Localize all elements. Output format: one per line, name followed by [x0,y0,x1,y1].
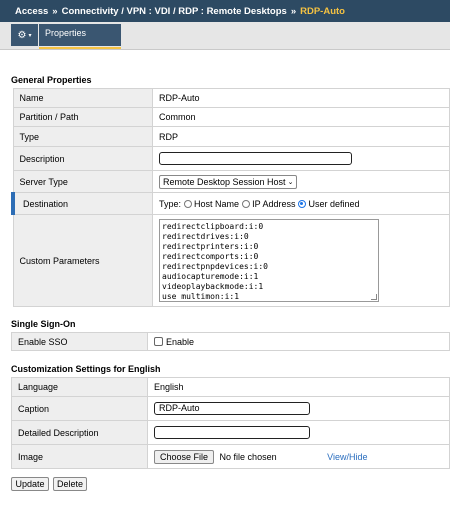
general-properties-title: General Properties [11,75,92,85]
param-line: redirectdrives:i:0 [162,232,249,241]
row-description: Description [12,146,450,171]
custom-parameters-label: Custom Parameters [12,214,153,307]
breadcrumb-separator: » [290,5,297,17]
choose-file-button[interactable]: Choose File [154,449,215,464]
row-caption: Caption RDP-Auto [11,396,450,421]
radio-ip-address-label: IP Address [252,198,296,209]
description-input[interactable] [159,152,352,165]
row-image: Image Choose File No file chosen View/Hi… [11,444,450,469]
type-value: RDP [152,126,450,147]
enable-sso-checkbox[interactable] [154,336,163,346]
row-name: Name RDP-Auto [12,88,450,108]
enable-sso-cell: Enable [147,332,450,351]
customization-table: Language English Caption RDP-Auto Detail… [11,377,450,469]
caption-input[interactable]: RDP-Auto [154,402,310,415]
partition-value: Common [152,107,450,127]
sso-title: Single Sign-On [11,319,76,329]
breadcrumb-current: RDP-Auto [300,5,345,17]
custom-parameters-textarea[interactable]: redirectclipboard:i:0 redirectdrives:i:0… [159,219,379,302]
tab-bar: ⚙ ▾ Properties [0,22,450,50]
tab-active-indicator [39,47,121,49]
row-custom-parameters: Custom Parameters redirectclipboard:i:0 … [12,214,450,307]
delete-button[interactable]: Delete [53,477,87,491]
server-type-value: Remote Desktop Session Host [163,176,286,187]
gear-menu-button[interactable]: ⚙ ▾ [11,24,38,46]
row-detailed-description: Detailed Description [11,420,450,445]
description-cell [152,146,450,171]
image-cell: Choose File No file chosen View/Hide [147,444,450,469]
destination-label: Destination [11,192,153,215]
partition-label: Partition / Path [12,107,153,127]
chevron-down-icon: ⌄ [287,178,294,186]
name-label: Name [12,88,153,108]
detailed-description-cell [147,420,450,445]
chevron-down-icon: ▾ [28,32,32,39]
view-hide-link[interactable]: View/Hide [327,452,367,462]
row-enable-sso: Enable SSO Enable [11,332,450,351]
param-line: redirectprinters:i:0 [162,242,259,251]
resize-handle[interactable] [371,294,377,300]
name-value: RDP-Auto [152,88,450,108]
param-line: use multimon:i:1 [162,292,240,301]
description-label: Description [12,146,153,171]
language-value: English [147,377,450,397]
enable-sso-label: Enable SSO [11,332,148,351]
radio-host-name[interactable] [183,199,192,208]
file-status: No file chosen [219,451,277,462]
row-type: Type RDP [12,126,450,147]
server-type-cell: Remote Desktop Session Host ⌄ [152,170,450,193]
image-label: Image [11,444,148,469]
server-type-label: Server Type [12,170,153,193]
tab-properties[interactable]: Properties [39,24,121,46]
param-line: redirectpnpdevices:i:0 [162,262,268,271]
row-destination: Destination Type: Host Name IP Address U… [11,192,450,215]
type-label: Type [12,126,153,147]
caption-label: Caption [11,396,148,421]
general-properties-table: Name RDP-Auto Partition / Path Common Ty… [11,88,450,307]
detailed-description-input[interactable] [154,426,310,439]
breadcrumb-separator: » [52,5,58,17]
server-type-select[interactable]: Remote Desktop Session Host ⌄ [159,174,298,189]
detailed-description-label: Detailed Description [11,420,148,445]
radio-user-defined[interactable] [297,199,306,208]
radio-host-name-label: Host Name [194,198,240,209]
customization-title: Customization Settings for English [11,364,161,374]
param-line: videoplaybackmode:i:1 [162,282,264,291]
update-button[interactable]: Update [11,477,49,491]
param-line: audiocapturemode:i:1 [162,272,259,281]
breadcrumb: Access » Connectivity / VPN : VDI / RDP … [0,0,450,22]
radio-ip-address[interactable] [241,199,250,208]
gear-icon: ⚙ [17,29,27,41]
enable-sso-checkbox-label: Enable [166,336,195,347]
row-server-type: Server Type Remote Desktop Session Host … [12,170,450,193]
row-language: Language English [11,377,450,397]
custom-parameters-cell: redirectclipboard:i:0 redirectdrives:i:0… [152,214,450,307]
breadcrumb-access[interactable]: Access [15,6,48,17]
destination-type-label: Type: [159,198,182,209]
param-line: redirectcomports:i:0 [162,252,259,261]
row-partition: Partition / Path Common [12,107,450,127]
destination-cell: Type: Host Name IP Address User defined [152,192,450,215]
breadcrumb-remote-desktops[interactable]: Connectivity / VPN : VDI / RDP : Remote … [62,6,287,17]
param-line: redirectclipboard:i:0 [162,222,264,231]
radio-user-defined-label: User defined [308,198,360,209]
caption-cell: RDP-Auto [147,396,450,421]
sso-table: Enable SSO Enable [11,332,450,351]
language-label: Language [11,377,148,397]
